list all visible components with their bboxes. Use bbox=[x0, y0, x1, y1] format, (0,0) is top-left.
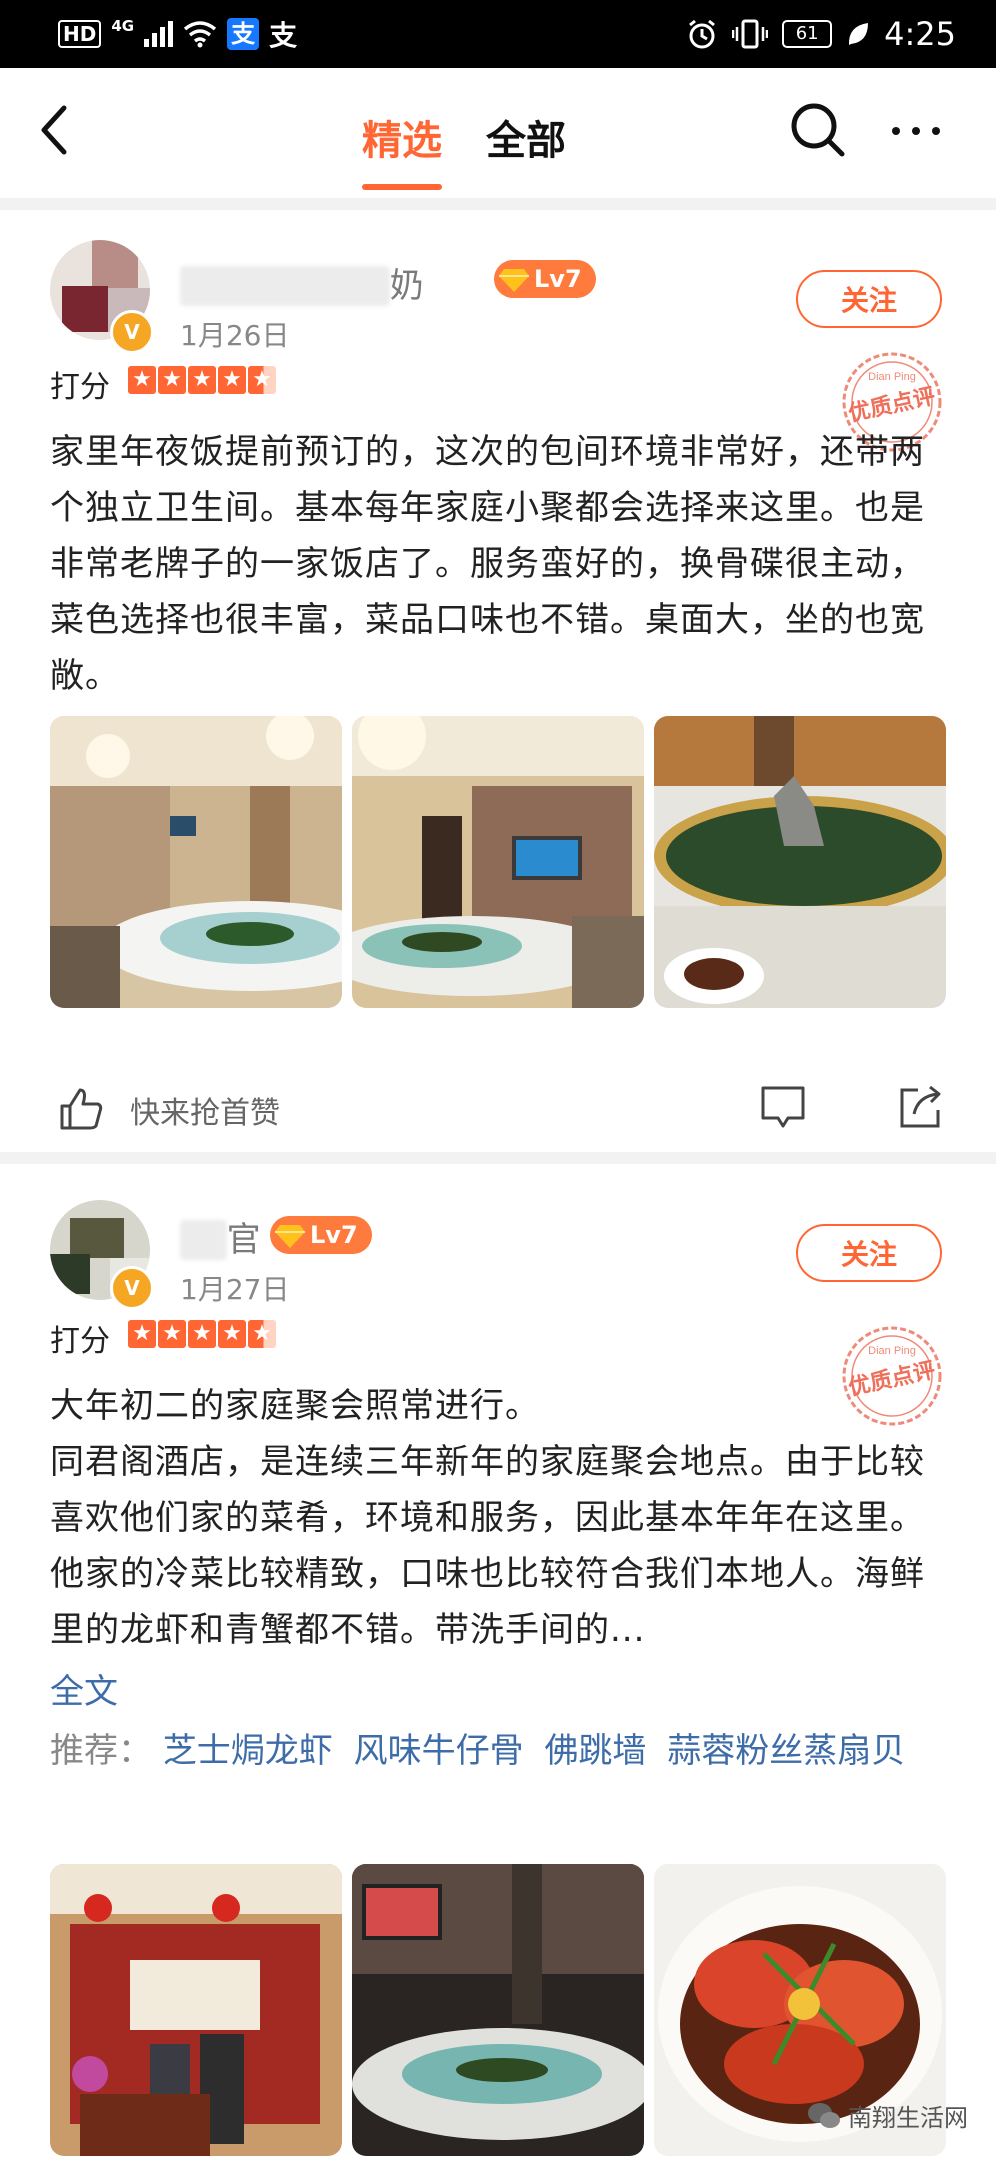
share-icon[interactable] bbox=[896, 1082, 946, 1132]
vibrate-icon bbox=[732, 19, 769, 49]
username[interactable]: XXXXXXXXX奶 bbox=[180, 258, 424, 307]
review-card: V XXXXXXXXX奶 Lv7 1月26日 关注 打分 ★ ★ ★ ★ ★ D… bbox=[0, 210, 996, 1152]
network-type: 4G bbox=[111, 17, 135, 35]
username[interactable]: XX官 bbox=[180, 1212, 261, 1261]
full-text-link[interactable]: 全文 bbox=[50, 1664, 118, 1713]
alipay-icon: 支 bbox=[227, 18, 260, 50]
review-text: 家里年夜饭提前预订的，这次的包间环境非常好，还带两个独立卫生间。基本每年家庭小聚… bbox=[50, 432, 925, 696]
star-icon: ★ bbox=[158, 366, 186, 394]
dish-link[interactable]: 蒜蓉粉丝蒸扇贝 bbox=[667, 1731, 905, 1771]
username-visible: 奶 bbox=[389, 266, 424, 306]
leaf-icon bbox=[849, 23, 869, 45]
more-icon[interactable] bbox=[886, 116, 946, 146]
hd-indicator: HD bbox=[58, 20, 102, 48]
tab-indicator bbox=[362, 184, 442, 190]
level-badge: Lv7 bbox=[270, 1216, 372, 1254]
star-icon: ★ bbox=[218, 1320, 246, 1348]
dish-link[interactable]: 芝士焗龙虾 bbox=[163, 1731, 333, 1771]
photo-thumbnail[interactable] bbox=[50, 1864, 342, 2156]
star-icon: ★ bbox=[188, 366, 216, 394]
dish-link[interactable]: 佛跳墙 bbox=[544, 1731, 646, 1771]
diamond-icon bbox=[275, 1225, 305, 1248]
star-icon: ★ bbox=[188, 1320, 216, 1348]
alipay-notice-icon: 支 bbox=[269, 19, 298, 52]
wechat-icon bbox=[808, 2102, 840, 2128]
back-icon[interactable] bbox=[30, 96, 90, 166]
level-badge: Lv7 bbox=[494, 260, 596, 298]
review-card: V XX官 Lv7 1月27日 关注 打分 ★ ★ ★ ★ ★ Dian Pin… bbox=[0, 1164, 996, 2160]
tab-featured[interactable]: 精选 bbox=[362, 108, 442, 166]
star-icon: ★ bbox=[158, 1320, 186, 1348]
alarm-icon bbox=[689, 19, 716, 49]
star-icon: ★ bbox=[218, 366, 246, 394]
search-icon[interactable] bbox=[786, 98, 850, 162]
like-prompt[interactable]: 快来抢首赞 bbox=[130, 1088, 280, 1132]
rating-label: 打分 bbox=[50, 1324, 110, 1359]
recommend-label: 推荐： bbox=[50, 1731, 152, 1771]
status-right: 61 4:25 bbox=[686, 12, 956, 56]
review-text: 大年初二的家庭聚会照常进行。 同君阁酒店，是连续三年新年的家庭聚会地点。由于比较… bbox=[50, 1386, 925, 1650]
review-date: 1月26日 bbox=[180, 319, 290, 352]
level-label: Lv7 bbox=[310, 1221, 358, 1249]
star-icon: ★ bbox=[128, 366, 156, 394]
status-left: HD 4G 支 支 bbox=[58, 14, 297, 54]
star-rating: ★ ★ ★ ★ ★ bbox=[128, 1320, 276, 1348]
photo-thumbnail[interactable] bbox=[654, 716, 946, 1008]
photo-thumbnail[interactable] bbox=[352, 1864, 644, 2156]
battery-icon: 61 bbox=[782, 20, 833, 48]
photo-grid bbox=[50, 716, 946, 1008]
verified-badge-icon: V bbox=[110, 1266, 154, 1310]
level-label: Lv7 bbox=[534, 265, 582, 293]
star-icon: ★ bbox=[128, 1320, 156, 1348]
watermark: 南翔生活网 bbox=[806, 2098, 968, 2133]
wifi-icon bbox=[184, 21, 217, 48]
top-nav: 精选 全部 bbox=[0, 68, 996, 198]
dish-link[interactable]: 风味牛仔骨 bbox=[354, 1731, 524, 1771]
svg-text:Dian Ping: Dian Ping bbox=[868, 371, 916, 383]
follow-button[interactable]: 关注 bbox=[796, 1224, 942, 1282]
comment-icon[interactable] bbox=[758, 1082, 808, 1132]
half-star-icon: ★ bbox=[248, 1320, 276, 1348]
username-visible: 官 bbox=[226, 1220, 261, 1260]
recommended-dishes: 推荐： 芝士焗龙虾 风味牛仔骨 佛跳墙 蒜蓉粉丝蒸扇贝 bbox=[50, 1720, 940, 1782]
diamond-icon bbox=[499, 269, 529, 292]
star-rating: ★ ★ ★ ★ ★ bbox=[128, 366, 276, 394]
svg-text:Dian Ping: Dian Ping bbox=[868, 1345, 916, 1357]
photo-thumbnail[interactable] bbox=[352, 716, 644, 1008]
tab-all[interactable]: 全部 bbox=[486, 108, 566, 166]
rating-label: 打分 bbox=[50, 370, 110, 405]
clock: 4:25 bbox=[884, 15, 956, 53]
half-star-icon: ★ bbox=[248, 366, 276, 394]
verified-badge-icon: V bbox=[110, 310, 154, 354]
svg-text:优质点评: 优质点评 bbox=[846, 383, 937, 427]
thumbs-up-icon[interactable] bbox=[56, 1084, 106, 1134]
action-bar: 快来抢首赞 bbox=[0, 1066, 996, 1146]
signal-icon bbox=[144, 21, 174, 47]
review-date: 1月27日 bbox=[180, 1273, 290, 1306]
status-bar: HD 4G 支 支 61 4:25 bbox=[0, 0, 996, 68]
follow-button[interactable]: 关注 bbox=[796, 270, 942, 328]
watermark-text: 南翔生活网 bbox=[848, 2104, 968, 2132]
photo-thumbnail[interactable] bbox=[50, 716, 342, 1008]
